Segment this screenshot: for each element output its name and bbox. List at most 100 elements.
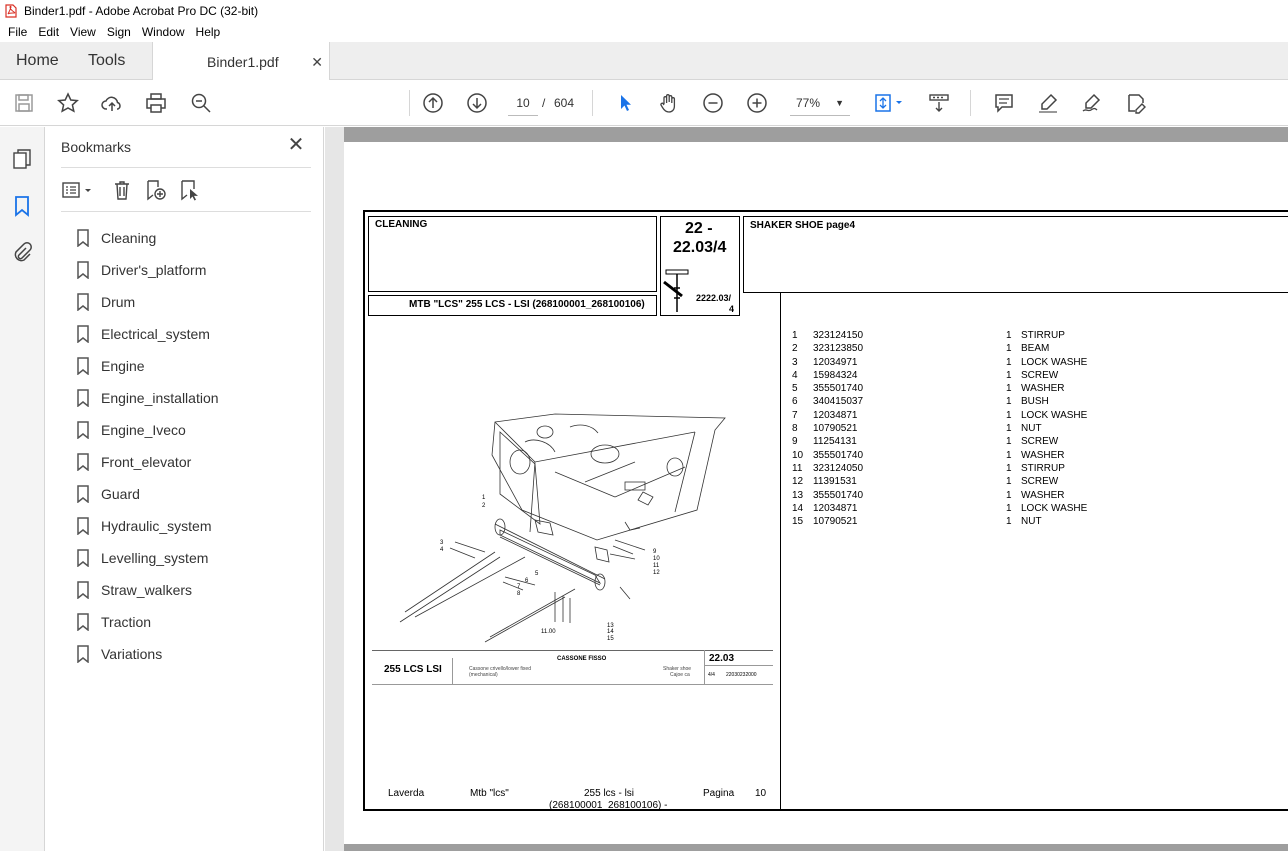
- draw-sign-icon[interactable]: [1080, 91, 1104, 115]
- part-code: 15984324: [813, 369, 858, 381]
- bookmarks-panel-icon[interactable]: [10, 194, 34, 218]
- zoom-level-select[interactable]: 77% ▼: [790, 90, 850, 116]
- star-icon[interactable]: [56, 91, 80, 115]
- menu-view[interactable]: View: [66, 25, 100, 39]
- delete-bookmark-icon[interactable]: [109, 177, 135, 203]
- part-code: 12034971: [813, 356, 858, 368]
- part-desc: STIRRUP: [1021, 330, 1065, 341]
- menu-help[interactable]: Help: [192, 25, 225, 39]
- hand-tool-icon[interactable]: [657, 91, 681, 115]
- title-block-page: 4/4: [708, 672, 715, 678]
- part-number: 8: [792, 423, 798, 435]
- zoom-search-icon[interactable]: [189, 91, 213, 115]
- bookmark-item[interactable]: Drum: [76, 286, 316, 318]
- close-tab-icon[interactable]: ✕: [311, 54, 323, 71]
- part-code: 10790521: [813, 423, 858, 435]
- part-qty: 1: [1006, 330, 1012, 341]
- bookmark-icon: [77, 293, 89, 311]
- bookmark-item[interactable]: Cleaning: [76, 222, 316, 254]
- zoom-out-icon[interactable]: [701, 91, 725, 115]
- scroll-mode-icon[interactable]: [927, 91, 951, 115]
- bookmark-icon: [77, 229, 89, 247]
- highlight-pen-icon[interactable]: [1036, 91, 1060, 115]
- part-number: 1: [792, 330, 798, 341]
- edit-pdf-icon[interactable]: [1124, 91, 1148, 115]
- bookmark-options-icon[interactable]: [61, 177, 95, 203]
- bookmark-icon: [77, 485, 89, 503]
- previous-page-icon[interactable]: [421, 91, 445, 115]
- new-bookmark-icon[interactable]: [143, 177, 169, 203]
- part-number: 11: [792, 462, 803, 474]
- navigation-rail: [0, 127, 45, 851]
- save-icon[interactable]: [12, 91, 36, 115]
- next-page-icon[interactable]: [465, 91, 489, 115]
- bookmark-item[interactable]: Engine: [76, 350, 316, 382]
- tab-document[interactable]: Binder1.pdf ✕: [152, 42, 330, 81]
- callout-label: 10: [653, 556, 660, 562]
- bookmark-item[interactable]: Front_elevator: [76, 446, 316, 478]
- bookmark-item[interactable]: Engine_installation: [76, 382, 316, 414]
- bookmark-item[interactable]: Electrical_system: [76, 318, 316, 350]
- part-code: 323124150: [813, 330, 864, 341]
- bookmark-item[interactable]: Levelling_system: [76, 542, 316, 574]
- part-code: 323124050: [813, 462, 864, 474]
- bookmark-label: Electrical_system: [101, 326, 210, 342]
- page-separator: /: [542, 96, 546, 110]
- bookmark-item[interactable]: Hydraulic_system: [76, 510, 316, 542]
- exploded-parts-drawing: 1 2 3 4 5 6 7 8 9 10 11 12 13 14 15 11.0…: [399, 413, 726, 643]
- menu-sign[interactable]: Sign: [103, 25, 135, 39]
- bookmark-label: Front_elevator: [101, 454, 192, 470]
- title-block-line: [372, 684, 773, 685]
- comment-icon[interactable]: [992, 91, 1016, 115]
- select-cursor-icon[interactable]: [613, 91, 637, 115]
- toolbar-divider: [592, 90, 593, 116]
- bookmark-label: Variations: [101, 646, 163, 662]
- bookmark-item[interactable]: Engine_Iveco: [76, 414, 316, 446]
- print-icon[interactable]: [144, 91, 168, 115]
- previous-page-edge: [344, 127, 1288, 142]
- attachments-icon[interactable]: [10, 240, 34, 264]
- fit-page-icon[interactable]: [871, 91, 907, 115]
- divider: [61, 211, 311, 212]
- bookmark-icon: [77, 325, 89, 343]
- page-number-input[interactable]: 10: [508, 90, 538, 116]
- part-desc: STIRRUP: [1021, 462, 1065, 474]
- tab-home[interactable]: Home: [16, 42, 59, 80]
- part-qty: 1: [1006, 343, 1012, 355]
- part-qty: 1: [1006, 462, 1012, 474]
- part-code: 355501740: [813, 383, 864, 395]
- bookmark-item[interactable]: Straw_walkers: [76, 574, 316, 606]
- part-desc: NUT: [1021, 516, 1042, 528]
- title-block-line: [452, 658, 453, 684]
- part-qty: 1: [1006, 476, 1012, 488]
- bookmark-item[interactable]: Variations: [76, 638, 316, 670]
- code-line-2: 22.03/4: [673, 239, 727, 256]
- part-qty: 1: [1006, 436, 1012, 448]
- page-thumbnails-icon[interactable]: [10, 147, 34, 171]
- menu-window[interactable]: Window: [138, 25, 189, 39]
- callout-label: 9: [653, 549, 657, 555]
- part-qty: 1: [1006, 516, 1012, 528]
- zoom-in-icon[interactable]: [745, 91, 769, 115]
- title-block-line: [704, 665, 773, 666]
- bookmark-icon: [77, 261, 89, 279]
- close-panel-icon[interactable]: ✕: [286, 135, 306, 155]
- part-desc: LOCK WASHE: [1021, 502, 1088, 514]
- tab-tools[interactable]: Tools: [88, 42, 125, 80]
- bookmark-from-selection-icon[interactable]: [177, 177, 203, 203]
- bookmark-item[interactable]: Traction: [76, 606, 316, 638]
- part-desc: WASHER: [1021, 489, 1065, 501]
- menu-file[interactable]: File: [4, 25, 31, 39]
- bookmark-icon: [77, 549, 89, 567]
- bookmark-item[interactable]: Driver's_platform: [76, 254, 316, 286]
- cloud-upload-icon[interactable]: [100, 91, 124, 115]
- menu-edit[interactable]: Edit: [34, 25, 63, 39]
- bookmark-item[interactable]: Guard: [76, 478, 316, 510]
- bookmark-label: Engine_installation: [101, 390, 219, 406]
- callout-label: 2: [482, 503, 486, 509]
- footer-brand: Laverda: [388, 788, 425, 799]
- tab-document-label: Binder1.pdf: [207, 53, 279, 70]
- part-number: 3: [792, 356, 798, 368]
- window-title: Binder1.pdf - Adobe Acrobat Pro DC (32-b…: [24, 4, 259, 18]
- part-number: 7: [792, 409, 798, 421]
